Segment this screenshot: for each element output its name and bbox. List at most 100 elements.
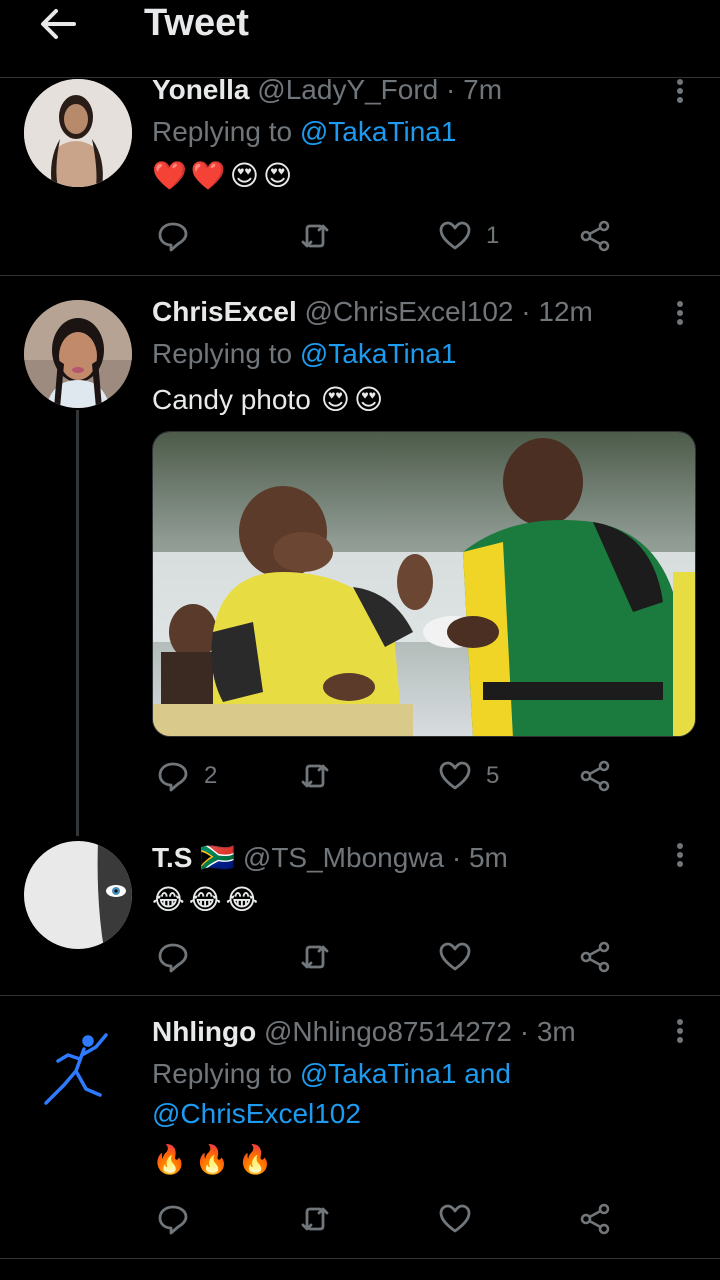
tweet-text: 😂 😂 😂 <box>152 880 696 920</box>
mention-link[interactable]: @TakaTina1 and <box>300 1058 511 1089</box>
heart-eyes-emoji: 😍 <box>320 384 350 415</box>
laughing-emoji: 😂 <box>225 884 259 915</box>
share-icon <box>580 760 610 792</box>
share-button[interactable] <box>578 937 612 977</box>
timestamp[interactable]: 5m <box>469 842 508 873</box>
replying-to: Replying to @TakaTina1 and <box>152 1054 696 1094</box>
separator-dot: · <box>451 842 462 873</box>
tweet-actions: 1 <box>152 216 622 256</box>
tweet-text: 🔥 🔥 🔥 <box>152 1140 696 1180</box>
mention-link[interactable]: @ChrisExcel102 <box>152 1098 361 1129</box>
retweet-button[interactable] <box>298 1199 346 1239</box>
heart-icon <box>439 761 471 790</box>
heart-eyes-emoji: 😍 <box>262 160 293 191</box>
like-count: 1 <box>486 222 500 249</box>
display-name[interactable]: T.S <box>152 842 192 873</box>
timestamp[interactable]: 12m <box>538 296 592 327</box>
divider <box>0 1258 720 1259</box>
replying-to-line-2: @ChrisExcel102 <box>152 1094 696 1134</box>
share-icon <box>580 220 610 252</box>
tweet-text: ❤️ ❤️ 😍 😍 <box>152 156 696 196</box>
top-bar: Tweet <box>0 0 720 78</box>
more-options-button[interactable] <box>670 76 690 106</box>
like-button[interactable]: 1 <box>438 216 499 256</box>
user-handle[interactable]: @LadyY_Ford <box>257 74 438 105</box>
fire-emoji: 🔥 <box>152 1144 187 1175</box>
heart-emoji: ❤️ <box>152 160 187 191</box>
separator-dot: · <box>521 296 531 327</box>
heart-eyes-emoji: 😍 <box>229 160 259 191</box>
tweet-actions: 2 5 <box>152 756 622 796</box>
mention-link[interactable]: @TakaTina1 <box>300 116 457 147</box>
display-name[interactable]: ChrisExcel <box>152 296 297 327</box>
reply-icon <box>158 943 188 973</box>
tweet-body-text: Candy photo <box>152 384 311 415</box>
share-button[interactable] <box>578 756 612 796</box>
tweet-content: ChrisExcel @ChrisExcel102 · 12m Replying… <box>152 294 696 420</box>
tweet-meta: ChrisExcel @ChrisExcel102 · 12m <box>152 294 696 330</box>
arrow-left-icon <box>41 9 76 39</box>
avatar[interactable] <box>24 300 132 408</box>
like-count: 5 <box>486 762 500 789</box>
separator-dot: · <box>446 74 456 105</box>
reply-icon <box>158 762 188 792</box>
fire-emoji: 🔥 <box>237 1144 273 1175</box>
share-icon <box>580 1203 610 1235</box>
avatar[interactable] <box>24 79 132 187</box>
retweet-icon <box>301 764 329 788</box>
reply-button[interactable]: 2 <box>156 756 217 796</box>
like-button[interactable]: 5 <box>438 756 499 796</box>
display-name[interactable]: Nhlingo <box>152 1016 256 1047</box>
user-handle[interactable]: @Nhlingo87514272 <box>264 1016 512 1047</box>
thread-line <box>76 410 79 836</box>
heart-icon <box>439 1204 471 1233</box>
like-button[interactable] <box>438 1199 486 1239</box>
tweet-actions <box>152 1199 622 1239</box>
timestamp[interactable]: 7m <box>463 74 502 105</box>
retweet-button[interactable] <box>298 756 346 796</box>
user-handle[interactable]: @ChrisExcel102 <box>305 296 514 327</box>
fire-emoji: 🔥 <box>194 1144 230 1175</box>
laughing-emoji: 😂 <box>152 884 185 915</box>
more-options-button[interactable] <box>670 1016 690 1046</box>
tweet-text: Candy photo 😍 😍 <box>152 380 696 420</box>
user-handle[interactable]: @TS_Mbongwa <box>243 842 444 873</box>
retweet-icon <box>301 224 329 248</box>
tweet-media-image[interactable] <box>152 431 696 737</box>
heart-icon <box>439 221 471 250</box>
flag-emoji: 🇿🇦 <box>200 842 236 873</box>
display-name[interactable]: Yonella <box>152 74 250 105</box>
retweet-button[interactable] <box>298 216 346 256</box>
heart-eyes-emoji: 😍 <box>354 384 384 415</box>
share-button[interactable] <box>578 1199 612 1239</box>
reply-count: 2 <box>204 762 218 789</box>
reply-icon <box>158 1205 188 1235</box>
replying-prefix: Replying to <box>152 338 293 369</box>
share-icon <box>580 941 610 973</box>
timestamp[interactable]: 3m <box>537 1016 576 1047</box>
replying-prefix: Replying to <box>152 116 293 147</box>
like-button[interactable] <box>438 937 486 977</box>
heart-emoji: ❤️ <box>190 160 226 191</box>
tweet-meta: Nhlingo @Nhlingo87514272 · 3m <box>152 1014 696 1050</box>
reply-button[interactable] <box>156 216 204 256</box>
reply-icon <box>158 222 188 252</box>
replying-prefix: Replying to <box>152 1058 293 1089</box>
retweet-button[interactable] <box>298 937 346 977</box>
laughing-emoji: 😂 <box>188 884 222 915</box>
divider <box>0 995 720 996</box>
avatar[interactable] <box>24 841 132 949</box>
replying-to: Replying to @TakaTina1 <box>152 112 696 152</box>
page-title: Tweet <box>144 2 249 44</box>
reply-button[interactable] <box>156 1199 204 1239</box>
back-button[interactable] <box>36 2 80 46</box>
retweet-icon <box>301 1207 329 1231</box>
mention-link[interactable]: @TakaTina1 <box>300 338 457 369</box>
share-button[interactable] <box>578 216 612 256</box>
tweet-content: Yonella @LadyY_Ford · 7m Replying to @Ta… <box>152 72 696 196</box>
more-options-button[interactable] <box>670 840 690 870</box>
more-options-button[interactable] <box>670 298 690 328</box>
reply-button[interactable] <box>156 937 204 977</box>
divider <box>0 275 720 276</box>
avatar[interactable] <box>24 1015 132 1123</box>
